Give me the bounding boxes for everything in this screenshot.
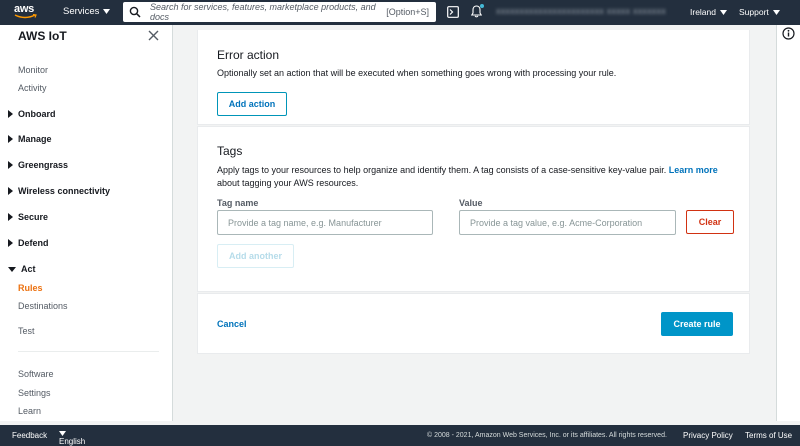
caret-down-icon (772, 9, 780, 15)
close-icon[interactable] (148, 30, 159, 41)
top-navigation-bar: aws Services Search for services, featur… (0, 0, 800, 25)
sidebar-divider (18, 351, 159, 352)
account-menu[interactable]: xxxxxxxxxxxxxxxxxxxxxxx xxxxx xxxxxxx (496, 6, 666, 16)
create-rule-button[interactable]: Create rule (661, 312, 733, 336)
caret-down-icon (59, 431, 66, 436)
feedback-link[interactable]: Feedback (12, 431, 47, 440)
language-label: English (US) (59, 437, 86, 446)
sidebar-item-monitor[interactable]: Monitor (18, 65, 48, 75)
tag-value-label: Value (459, 198, 483, 208)
caret-right-icon (8, 239, 13, 247)
sidebar-group-label: Defend (18, 238, 49, 248)
caret-right-icon (8, 110, 13, 118)
services-label: Services (63, 6, 100, 17)
caret-down-icon (720, 9, 727, 15)
sidebar-item-activity[interactable]: Activity (18, 83, 47, 93)
caret-right-icon (8, 161, 13, 169)
caret-down-icon (103, 9, 111, 14)
sidebar-title: AWS IoT (18, 29, 67, 43)
aws-logo[interactable]: aws (12, 3, 46, 21)
add-another-button[interactable]: Add another (217, 244, 294, 268)
sidebar-item-destinations[interactable]: Destinations (18, 301, 68, 311)
sidebar-group-label: Greengrass (18, 160, 69, 170)
sidebar-group-defend[interactable]: Defend (8, 238, 49, 248)
sidebar-group-greengrass[interactable]: Greengrass (8, 160, 68, 170)
tags-heading: Tags (217, 144, 243, 158)
error-action-description: Optionally set an action that will be ex… (217, 68, 617, 78)
error-action-heading: Error action (217, 48, 280, 62)
sidebar: AWS IoT Monitor Activity Onboard Manage … (0, 25, 173, 421)
form-actions: Cancel Create rule (197, 293, 750, 354)
sidebar-group-act[interactable]: Act (8, 264, 36, 274)
info-icon[interactable] (782, 27, 795, 40)
sidebar-group-manage[interactable]: Manage (8, 134, 52, 144)
sidebar-group-label: Onboard (18, 109, 56, 119)
tags-description-text: Apply tags to your resources to help org… (217, 165, 667, 175)
sidebar-group-label: Act (21, 264, 36, 274)
region-label: Ireland (690, 7, 716, 17)
search-input[interactable]: Search for services, features, marketpla… (150, 2, 386, 22)
cloudshell-icon[interactable] (447, 6, 459, 18)
sidebar-group-label: Wireless connectivity (18, 186, 110, 196)
caret-right-icon (8, 135, 13, 143)
tags-description: Apply tags to your resources to help org… (217, 164, 737, 190)
sidebar-item-rules[interactable]: Rules (18, 283, 43, 293)
terms-of-use-link[interactable]: Terms of Use (745, 431, 792, 440)
caret-right-icon (8, 213, 13, 221)
caret-down-icon (8, 266, 16, 272)
search-shortcut-hint: [Option+S] (386, 7, 429, 17)
footer: Feedback English (US) © 2008 - 2021, Ama… (0, 425, 800, 446)
clear-button[interactable]: Clear (686, 210, 734, 234)
search-icon (129, 6, 141, 18)
sidebar-group-wireless-connectivity[interactable]: Wireless connectivity (8, 186, 110, 196)
sidebar-item-test[interactable]: Test (18, 326, 35, 336)
sidebar-group-label: Manage (18, 134, 52, 144)
sidebar-group-label: Secure (18, 212, 49, 222)
help-panel-strip (776, 25, 800, 421)
sidebar-group-secure[interactable]: Secure (8, 212, 48, 222)
tags-section: Tags Apply tags to your resources to hel… (197, 126, 750, 292)
tags-description-text-end: about tagging your AWS resources. (217, 178, 359, 188)
smile-icon (14, 14, 37, 19)
tag-value-input[interactable]: Provide a tag value, e.g. Acme-Corporati… (459, 210, 676, 235)
main-content: Error action Optionally set an action th… (174, 25, 776, 421)
language-selector[interactable]: English (US) (59, 431, 85, 446)
support-menu[interactable]: Support (739, 7, 780, 17)
sidebar-group-onboard[interactable]: Onboard (8, 109, 56, 119)
cancel-button[interactable]: Cancel (217, 319, 247, 329)
learn-more-link[interactable]: Learn more (669, 165, 718, 175)
search-bar[interactable]: Search for services, features, marketpla… (123, 2, 436, 22)
support-label: Support (739, 7, 769, 17)
tag-name-label: Tag name (217, 198, 259, 208)
sidebar-item-learn[interactable]: Learn (18, 406, 41, 416)
caret-right-icon (8, 187, 13, 195)
add-action-button[interactable]: Add action (217, 92, 287, 116)
copyright-text: © 2008 - 2021, Amazon Web Services, Inc.… (427, 432, 667, 439)
region-selector[interactable]: Ireland (690, 7, 727, 17)
error-action-section: Error action Optionally set an action th… (197, 30, 750, 125)
tag-name-input[interactable]: Provide a tag name, e.g. Manufacturer (217, 210, 433, 235)
sidebar-item-settings[interactable]: Settings (18, 388, 51, 398)
notification-dot (480, 4, 484, 8)
services-menu[interactable]: Services (63, 6, 111, 17)
sidebar-item-software[interactable]: Software (18, 369, 54, 379)
privacy-policy-link[interactable]: Privacy Policy (683, 431, 733, 440)
